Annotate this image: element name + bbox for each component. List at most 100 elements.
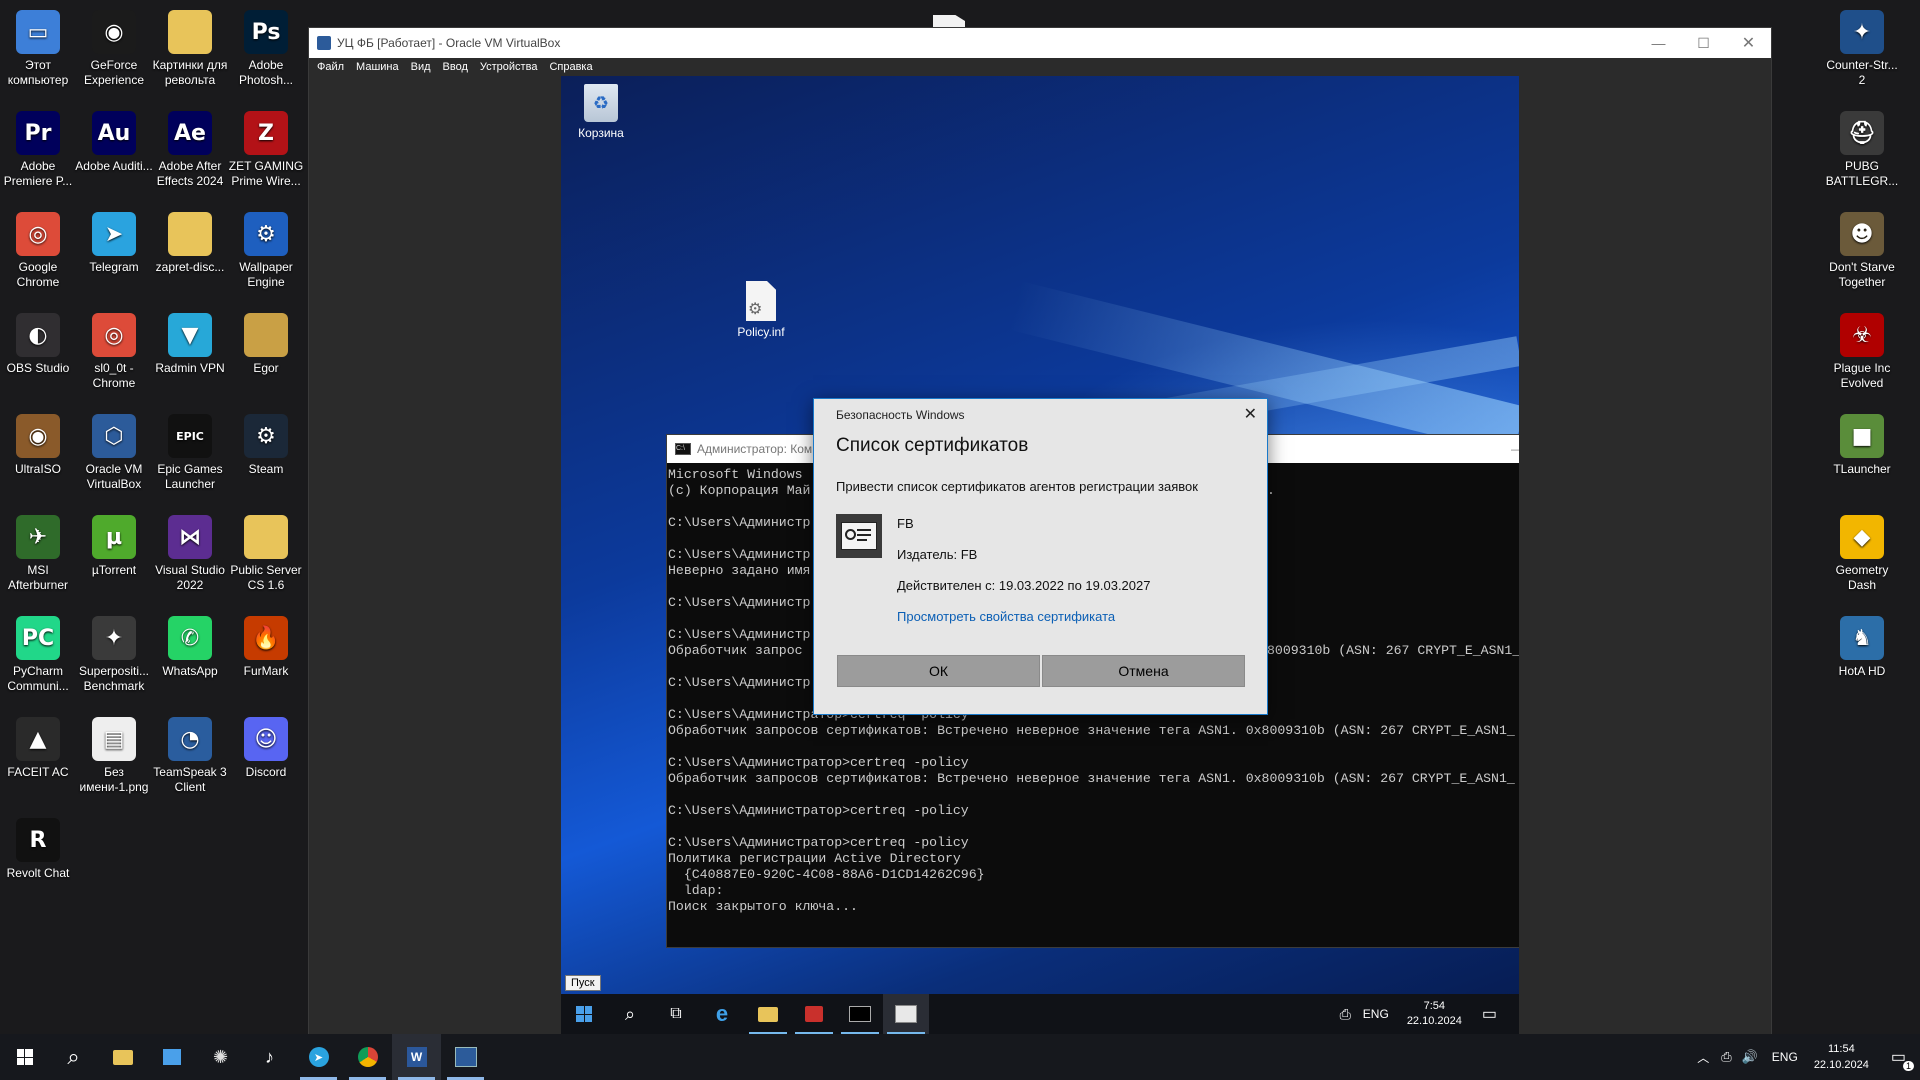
ok-button[interactable]: ОК <box>837 655 1040 687</box>
desktop-icon[interactable]: 🔥 FurMark <box>226 612 306 679</box>
desktop-icon[interactable]: ◎ sl0_0t - Chrome <box>74 309 154 391</box>
hota-icon: ♞ <box>1840 616 1884 660</box>
desktop-icon[interactable]: ◐ OBS Studio <box>0 309 78 376</box>
guest-task-view-button[interactable]: ⧉ <box>653 994 699 1034</box>
desktop-icon[interactable]: ◔ TeamSpeak 3 Client <box>150 713 230 795</box>
view-certificate-properties-link[interactable]: Просмотреть свойства сертификата <box>897 609 1115 624</box>
guest-clock[interactable]: 7:54 22.10.2024 <box>1407 999 1462 1029</box>
desktop-icon-label: GeForce Experience <box>83 58 145 87</box>
virtualbox-icon: ⬡ <box>92 414 136 458</box>
desktop-icon[interactable]: Egor <box>226 309 306 376</box>
menu-view[interactable]: Вид <box>411 61 431 73</box>
search-button[interactable]: ⌕ <box>49 1034 98 1080</box>
desktop-icon[interactable]: ☣ Plague Inc Evolved <box>1822 309 1902 391</box>
volume-icon[interactable]: 🔊 <box>1742 1049 1758 1065</box>
guest-certificate-button[interactable] <box>883 994 929 1034</box>
desktop-icon-label: Adobe After Effects 2024 <box>156 159 224 188</box>
desktop-icon[interactable]: ✦ Superpositi... Benchmark <box>74 612 154 694</box>
wallpaper-engine-icon: ⚙ <box>244 212 288 256</box>
chrome-button[interactable] <box>343 1034 392 1080</box>
desktop-icon[interactable]: ➤ Telegram <box>74 208 154 275</box>
menu-input[interactable]: Ввод <box>443 61 468 73</box>
guest-lang[interactable]: ENG <box>1363 1007 1389 1021</box>
desktop-icon[interactable]: ◉ GeForce Experience <box>74 6 154 88</box>
desktop-icon[interactable]: ▤ Без имени-1.png <box>74 713 154 795</box>
msi-afterburner-icon: ✈ <box>16 515 60 559</box>
cmd-minimize-button[interactable]: — <box>1497 442 1519 456</box>
desktop-icon[interactable]: ■ TLauncher <box>1822 410 1902 477</box>
guest-ie-button[interactable]: e <box>699 994 745 1034</box>
maximize-button[interactable]: ☐ <box>1681 35 1726 52</box>
menu-devices[interactable]: Устройства <box>480 61 538 73</box>
cancel-button[interactable]: Отмена <box>1042 655 1245 687</box>
desktop-icon[interactable]: Картинки для револьта <box>150 6 230 88</box>
app-button[interactable]: ✺ <box>196 1034 245 1080</box>
guest-cmd-button[interactable] <box>837 994 883 1034</box>
cs2-icon: ✦ <box>1840 10 1884 54</box>
word-button[interactable]: W <box>392 1034 441 1080</box>
music-button[interactable]: ♪ <box>245 1034 294 1080</box>
pc-icon: ▭ <box>16 10 60 54</box>
network-icon[interactable]: ⎙ <box>1721 1049 1731 1065</box>
recycle-bin-icon: ♻ <box>584 84 618 122</box>
desktop-icon-label: Adobe Premiere P... <box>3 159 73 188</box>
desktop-icon[interactable]: zapret-disc... <box>150 208 230 275</box>
menu-file[interactable]: Файл <box>317 61 344 73</box>
host-clock[interactable]: 11:54 22.10.2024 <box>1814 1041 1869 1073</box>
start-button[interactable] <box>0 1034 49 1080</box>
file-icon[interactable] <box>933 15 965 29</box>
desktop-icon[interactable]: Z ZET GAMING Prime Wire... <box>226 107 306 189</box>
desktop-icon[interactable]: ◎ Google Chrome <box>0 208 78 290</box>
desktop-icon-label: Visual Studio 2022 <box>155 563 225 592</box>
desktop-icon[interactable]: µ µTorrent <box>74 511 154 578</box>
close-button[interactable]: ✕ <box>1726 33 1771 53</box>
desktop-icon[interactable]: ☻ Don't Starve Together <box>1822 208 1902 290</box>
minimize-button[interactable]: — <box>1636 35 1681 51</box>
desktop-icon[interactable]: EPIC Epic Games Launcher <box>150 410 230 492</box>
desktop-icon[interactable]: ⚙ Steam <box>226 410 306 477</box>
desktop-icon[interactable]: ☺ Discord <box>226 713 306 780</box>
notifications-icon[interactable]: ▭ <box>1482 1004 1497 1024</box>
virtualbox-button[interactable] <box>441 1034 490 1080</box>
menu-help[interactable]: Справка <box>549 61 592 73</box>
certificate-icon[interactable] <box>836 514 882 558</box>
dialog-close-button[interactable]: ✕ <box>1244 404 1257 424</box>
guest-start-button[interactable] <box>561 994 607 1034</box>
desktop-icon[interactable]: Pr Adobe Premiere P... <box>0 107 78 189</box>
desktop-icon[interactable]: ◆ Geometry Dash <box>1822 511 1902 593</box>
guest-explorer-button[interactable] <box>745 994 791 1034</box>
desktop-icon[interactable]: ▼ Radmin VPN <box>150 309 230 376</box>
desktop-icon[interactable]: ▭ Этот компьютер <box>0 6 78 88</box>
desktop-icon[interactable]: ⋈ Visual Studio 2022 <box>150 511 230 593</box>
recycle-bin[interactable]: ♻ Корзина <box>569 84 633 140</box>
desktop-icon[interactable]: Ps Adobe Photosh... <box>226 6 306 88</box>
tray-chevron-icon[interactable]: ︿ <box>1697 1049 1709 1066</box>
host-lang[interactable]: ENG <box>1772 1050 1798 1064</box>
store-button[interactable] <box>147 1034 196 1080</box>
desktop-icon[interactable]: ◉ UltraISO <box>0 410 78 477</box>
desktop-icon[interactable]: ⬡ Oracle VM VirtualBox <box>74 410 154 492</box>
desktop-icon[interactable]: ✈ MSI Afterburner <box>0 511 78 593</box>
desktop-icon-label: Revolt Chat <box>6 866 70 880</box>
desktop-icon[interactable]: Au Adobe Auditi... <box>74 107 154 174</box>
explorer-button[interactable] <box>98 1034 147 1080</box>
guest-search-button[interactable]: ⌕ <box>607 994 653 1034</box>
notifications-button[interactable]: ▭ 1 <box>1891 1047 1914 1071</box>
policy-file[interactable]: ⚙ Policy.inf <box>725 281 797 339</box>
desktop-icon[interactable]: Ae Adobe After Effects 2024 <box>150 107 230 189</box>
settings-file-icon: ⚙ <box>746 281 776 321</box>
menu-machine[interactable]: Машина <box>356 61 399 73</box>
desktop-icon[interactable]: PC PyCharm Communi... <box>0 612 78 694</box>
desktop-icon[interactable]: Public Server CS 1.6 <box>226 511 306 593</box>
desktop-icon[interactable]: ♞ HotA HD <box>1822 612 1902 679</box>
desktop-icon[interactable]: ▲ FACEIT AC <box>0 713 78 780</box>
cmd-line: C:\Users\Администратор>certreq -policy <box>668 835 969 850</box>
guest-server-manager-button[interactable] <box>791 994 837 1034</box>
desktop-icon[interactable]: ⛑ PUBG BATTLEGR... <box>1822 107 1902 189</box>
desktop-icon[interactable]: ⚙ Wallpaper Engine <box>226 208 306 290</box>
telegram-button[interactable]: ➤ <box>294 1034 343 1080</box>
desktop-icon[interactable]: R Revolt Chat <box>0 814 78 881</box>
network-icon[interactable]: ⎙ <box>1340 1006 1351 1023</box>
desktop-icon[interactable]: ✆ WhatsApp <box>150 612 230 679</box>
desktop-icon[interactable]: ✦ Counter-Str... 2 <box>1822 6 1902 88</box>
